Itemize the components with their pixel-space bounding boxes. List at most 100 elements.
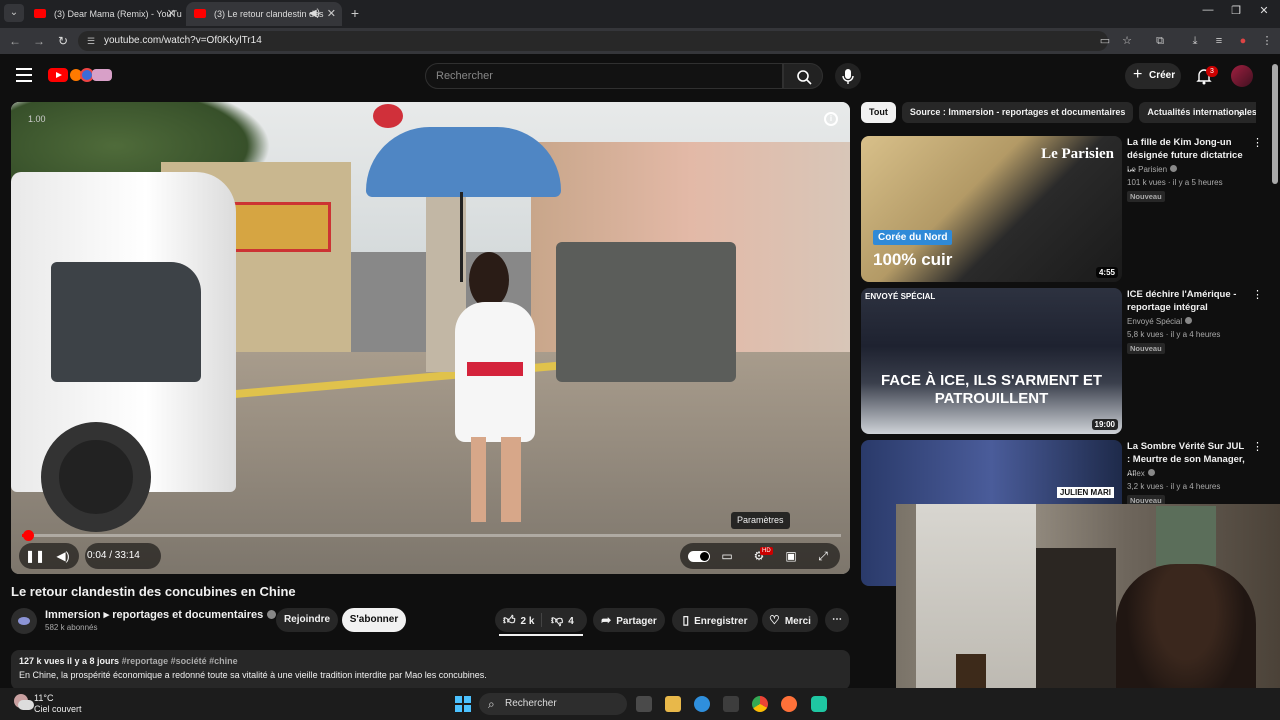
youtube-logo[interactable] xyxy=(48,66,114,84)
playback-speed-label: 1.00 xyxy=(28,114,46,124)
scrubber-handle[interactable] xyxy=(23,530,34,541)
taskbar-search[interactable]: Rechercher xyxy=(479,693,627,715)
subtitles-icon[interactable]: ▭ xyxy=(714,543,740,569)
voice-search-button[interactable] xyxy=(835,63,861,89)
menu-icon[interactable] xyxy=(16,68,32,82)
account-avatar[interactable] xyxy=(1231,65,1253,87)
forward-arrow-icon[interactable]: → xyxy=(30,32,48,50)
search-icon xyxy=(797,70,812,85)
maximize-icon[interactable]: ❐ xyxy=(1226,4,1246,17)
channel-avatar[interactable] xyxy=(11,608,37,634)
site-info-icon[interactable]: ☰ xyxy=(87,31,95,51)
url-field[interactable]: ☰ youtube.com/watch?v=Of0KkylTr14 xyxy=(78,31,1108,51)
description-box[interactable]: 127 k vues il y a 8 jours #reportage #so… xyxy=(11,650,850,690)
pause-icon[interactable]: ❚❚ xyxy=(22,543,48,569)
info-icon[interactable]: i xyxy=(824,112,838,126)
edge-icon[interactable] xyxy=(694,696,710,712)
volume-icon[interactable]: ◀) xyxy=(50,543,76,569)
task-view-icon[interactable] xyxy=(636,696,652,712)
weather-icon[interactable] xyxy=(12,692,34,712)
file-explorer-icon[interactable] xyxy=(665,696,681,712)
verified-icon xyxy=(267,610,277,619)
bookmark-star-icon[interactable]: ☆ xyxy=(1119,33,1135,49)
hashtags[interactable]: #reportage #société #chine xyxy=(122,656,238,666)
recommendation-title[interactable]: ICE déchire l'Amérique - reportage intég… xyxy=(1127,288,1245,314)
dislike-button[interactable]: 👎︎ 4 xyxy=(551,608,574,634)
thumbnail-brand: JULIEN MARI xyxy=(1056,487,1114,498)
search-input[interactable]: Rechercher xyxy=(425,63,783,89)
progress-bar[interactable] xyxy=(22,530,841,541)
thumbnail-caption: 100% cuir xyxy=(873,250,953,269)
recommendation-channel[interactable]: Aflex xyxy=(1127,469,1155,478)
tab-title: (3) Dear Mama (Remix) - YouTu xyxy=(54,9,182,19)
thumbnail-caption: FACE À ICE, ILS S'ARMENT ET PATROUILLENT xyxy=(880,372,1103,407)
search-button[interactable] xyxy=(783,63,823,89)
video-player[interactable]: 1.00 i Paramètres ❚❚ ◀) 0:04 / 33:14 ▭ ⚙… xyxy=(11,102,850,574)
views-and-date: 127 k vues il y a 8 jours xyxy=(19,656,120,666)
close-window-icon[interactable]: ✕ xyxy=(1254,4,1274,17)
weather-temperature[interactable]: 11°C xyxy=(34,693,53,703)
store-icon[interactable] xyxy=(723,696,739,712)
video-thumbnail[interactable]: Le Parisien Corée du Nord 100% cuir 4:55 xyxy=(861,136,1122,282)
close-tab-icon[interactable]: ✕ xyxy=(167,2,176,26)
recommendation-meta: 101 k vues · il y a 5 heures xyxy=(1127,178,1223,187)
chrome-icon[interactable] xyxy=(752,696,768,712)
thanks-button[interactable]: ♡ Merci xyxy=(762,608,818,632)
close-tab-icon[interactable]: ✕ xyxy=(327,2,336,26)
app-icon[interactable] xyxy=(811,696,827,712)
chip-all[interactable]: Tout xyxy=(861,102,896,123)
back-arrow-icon[interactable]: ← xyxy=(6,32,24,50)
recommendation-channel[interactable]: Envoyé Spécial xyxy=(1127,317,1193,326)
chip-source[interactable]: Source : Immersion - reportages et docum… xyxy=(901,102,1134,123)
theater-mode-icon[interactable]: ▣ xyxy=(778,543,804,569)
subscribe-button[interactable]: S'abonner xyxy=(342,608,406,632)
verified-icon xyxy=(1147,469,1155,476)
more-options-icon[interactable]: ⋮ xyxy=(1252,440,1263,453)
thumbnail-brand: Le Parisien xyxy=(1041,146,1114,162)
youtube-header: Rechercher Créer 3 xyxy=(0,54,1280,98)
video-title: Le retour clandestin des concubines en C… xyxy=(11,584,296,599)
browser-menu-icon[interactable]: ⋮ xyxy=(1259,33,1275,49)
share-button[interactable]: ➦ Partager xyxy=(593,608,665,632)
recommendation-meta: 3,2 k vues · il y a 4 heures xyxy=(1127,482,1221,491)
cast-icon[interactable]: ▭ xyxy=(1097,33,1113,49)
thumbnail-brand: ENVOYÉ SPÉCIAL xyxy=(865,292,936,301)
more-options-icon[interactable]: ⋮ xyxy=(1252,136,1263,149)
minimize-icon[interactable]: — xyxy=(1198,4,1218,16)
page-scrollbar[interactable] xyxy=(1272,64,1278,184)
new-tab-button[interactable]: + xyxy=(346,3,364,23)
save-button[interactable]: ▯ Enregistrer xyxy=(672,608,758,632)
verified-icon xyxy=(1170,165,1178,172)
time-display: 0:04 / 33:14 xyxy=(87,550,140,561)
chevron-right-icon[interactable]: › xyxy=(1238,106,1242,121)
speaker-icon[interactable]: ◀) xyxy=(309,2,320,26)
settings-gear-icon[interactable]: ⚙ HD xyxy=(746,543,773,569)
more-options-icon[interactable]: ⋮ xyxy=(1252,288,1263,301)
channel-name[interactable]: Immersion ▸ reportages et documentaires xyxy=(45,608,277,621)
recommendation-item[interactable]: Le Parisien Corée du Nord 100% cuir 4:55… xyxy=(861,136,1263,282)
join-button[interactable]: Rejoindre xyxy=(276,608,338,632)
new-badge: Nouveau xyxy=(1127,343,1165,354)
media-controls-icon[interactable]: ≡ xyxy=(1211,33,1227,49)
tab-search-button[interactable]: ⌄ xyxy=(4,4,24,22)
download-icon[interactable]: ⤓ xyxy=(1187,33,1203,49)
bookmark-icon: ▯ xyxy=(682,613,690,627)
weather-condition[interactable]: Ciel couvert xyxy=(34,704,82,714)
browser-tab-active[interactable]: (3) Le retour clandestin des ◀) ✕ xyxy=(186,2,342,26)
microphone-icon xyxy=(842,69,854,84)
reload-icon[interactable]: ↻ xyxy=(54,32,72,50)
more-actions-icon[interactable]: ⋯ xyxy=(825,608,849,632)
windows-start-icon[interactable] xyxy=(455,696,471,712)
recommendation-channel[interactable]: Le Parisien xyxy=(1127,165,1178,174)
browser-tab-dear-mama[interactable]: (3) Dear Mama (Remix) - YouTu ✕ xyxy=(26,2,182,26)
like-button[interactable]: 👍︎ 2 k xyxy=(503,608,534,634)
profile-icon[interactable]: ● xyxy=(1235,33,1251,49)
create-button[interactable]: Créer xyxy=(1125,62,1181,89)
fullscreen-icon[interactable]: ⤢ xyxy=(810,543,836,569)
firefox-icon[interactable] xyxy=(781,696,797,712)
recommendation-item[interactable]: ENVOYÉ SPÉCIAL FACE À ICE, ILS S'ARMENT … xyxy=(861,288,1263,434)
settings-tooltip: Paramètres xyxy=(731,512,790,529)
video-thumbnail[interactable]: ENVOYÉ SPÉCIAL FACE À ICE, ILS S'ARMENT … xyxy=(861,288,1122,434)
extensions-icon[interactable]: ⧉ xyxy=(1152,33,1168,49)
autoplay-toggle[interactable] xyxy=(682,543,710,569)
